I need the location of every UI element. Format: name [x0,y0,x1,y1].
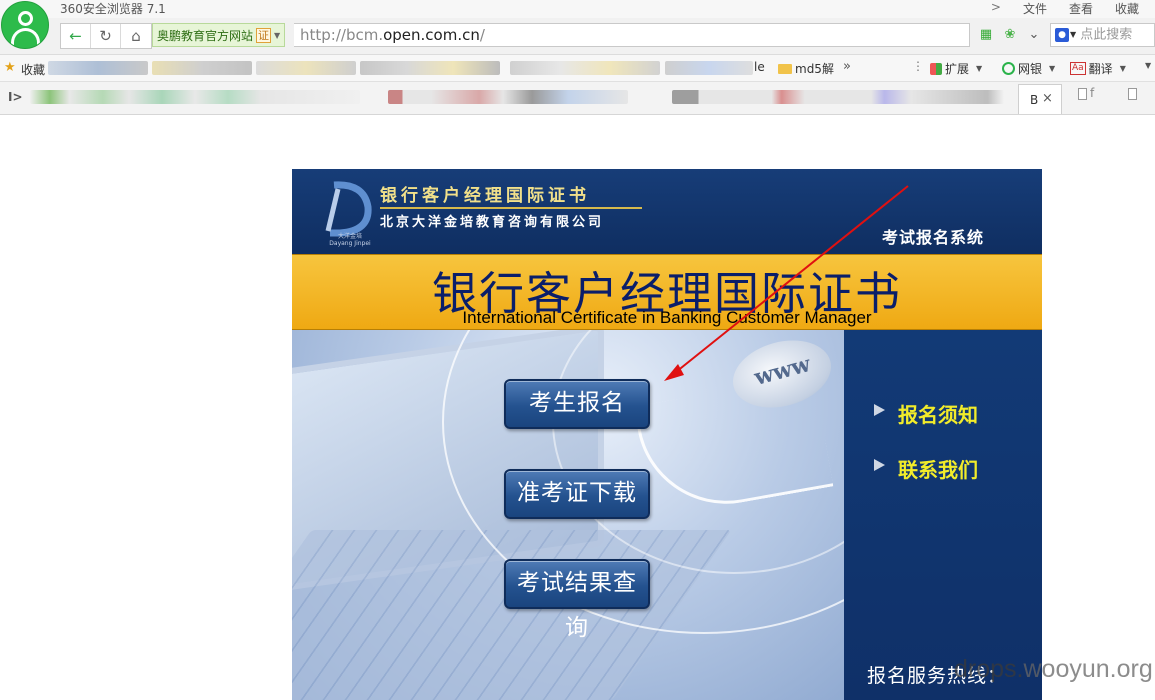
logo-small-en: Dayang Jinpei [329,240,371,247]
admission-download-button[interactable]: 准考证下载 [504,469,650,519]
watermark: drops.wooyun.org [954,655,1153,684]
hero-image: www 考生报名 准考证下载 考试结果查询 [292,330,844,700]
folder-icon [778,63,792,74]
menu-file[interactable]: 文件 [1023,0,1047,17]
company-name: 北京大洋金培教育咨询有限公司 [380,215,605,230]
watermark-a: drops. [954,655,1024,683]
title-banner: 银行客户经理国际证书 International Certificate in … [292,254,1042,330]
tab-bar: I> B × f [0,82,1155,115]
search-engine-caret-icon[interactable]: ▼ [1070,30,1076,39]
translate-button[interactable]: Aa 翻译 ▼ [1070,60,1126,77]
tab-active[interactable]: B × [1018,84,1062,114]
tab-inactive-title: f [1090,86,1095,100]
search-placeholder: 点此搜索 [1080,27,1133,43]
url-input[interactable]: http://bcm.open.com.cn/ [294,23,970,47]
logo-title: 银行客户经理国际证书 [380,186,590,206]
side-panel: 报名须知 联系我们 [844,330,1042,700]
top-menu: > 文件 查看 收藏 [991,0,1139,17]
menu-favorites[interactable]: 收藏 [1115,0,1139,17]
blurred-bookmark[interactable] [665,61,753,75]
url-icons: ▦ ❀ ⌄ [978,26,1042,42]
logo-small-cn: 大洋金培 [337,233,362,240]
page-icon [1078,87,1087,100]
tab-inactive[interactable] [1128,86,1140,112]
chevron-right-icon[interactable]: > [991,0,1001,17]
home-icon[interactable]: ⌂ [121,24,151,48]
separator-dots-icon: ⋮ [912,59,924,73]
registration-notice-label: 报名须知 [898,403,978,427]
star-icon[interactable]: ★ [4,60,16,75]
site-badge[interactable]: 奥鹏教育官方网站 证 ▼ [152,23,286,47]
exam-site: 大洋金培 Dayang Jinpei 银行客户经理国际证书 北京大洋金培教育咨询… [292,169,1042,700]
blurred-bookmark[interactable] [360,61,500,75]
sidebar-toggle[interactable]: I> [8,90,23,104]
banner-title-en: International Certificate in Banking Cus… [462,308,872,327]
site-badge-label: 奥鹏教育官方网站 [157,28,254,43]
blurred-tab[interactable] [672,90,1004,104]
menu-view[interactable]: 查看 [1069,0,1093,17]
favorites-label[interactable]: 收藏 [21,61,45,78]
register-button[interactable]: 考生报名 [504,379,650,429]
tab-inactive[interactable]: f [1078,86,1094,112]
blurred-tab[interactable] [388,90,628,104]
nav-buttons: ← ↻ ⌂ [60,23,152,49]
blurred-bookmark[interactable] [152,61,252,75]
bank-button[interactable]: 网银 ▼ [1002,60,1055,77]
overflow-icon[interactable]: ▼ [1145,61,1151,70]
logo-tagline: 大洋金培 Dayang Jinpei [320,231,380,247]
refresh-icon[interactable]: ↻ [91,24,121,48]
translate-label: 翻译 [1088,62,1113,76]
contact-us-link[interactable]: 联系我们 [874,454,978,483]
extensions-label: 扩展 [945,62,970,76]
tab-active-title: B [1030,93,1039,107]
caret-down-icon[interactable]: ▼ [1049,64,1055,73]
bank-shield-icon [1002,62,1015,75]
url-host: open.com.cn [383,26,480,44]
close-icon[interactable]: × [1042,91,1053,106]
baidu-paw-icon[interactable]: ● [1055,28,1069,42]
caret-down-icon[interactable]: ▼ [976,64,982,73]
bookmark-md5-label: md5解 [795,62,834,76]
bookmark-md5[interactable]: md5解 [778,60,834,77]
registration-notice-link[interactable]: 报名须知 [874,399,978,428]
logo-d-icon [325,181,372,237]
extensions-button[interactable]: 扩展 ▼ [930,60,982,77]
title-bar: 360安全浏览器 7.1 > 文件 查看 收藏 [0,0,1155,18]
favorites-bar: ★ 收藏 le md5解 » ⋮ 扩展 ▼ 网银 ▼ Aa 翻译 ▼ ▼ [0,55,1155,82]
watermark-b: wooyun.org [1023,655,1153,683]
qr-code-icon[interactable]: ▦ [978,26,994,42]
search-input[interactable]: ● ▼ 点此搜索 [1050,23,1155,47]
bank-label: 网银 [1018,62,1043,76]
contact-us-label: 联系我们 [898,458,978,482]
system-name: 考试报名系统 [882,228,985,247]
blurred-bookmark[interactable] [256,61,356,75]
caret-down-icon[interactable]: ▼ [1120,64,1126,73]
leaf-icon[interactable]: ❀ [1002,26,1018,42]
blurred-tab[interactable] [30,90,360,104]
result-query-button[interactable]: 考试结果查询 [504,559,650,641]
more-bookmarks-icon[interactable]: » [843,59,851,74]
site-header: 大洋金培 Dayang Jinpei 银行客户经理国际证书 北京大洋金培教育咨询… [292,169,1042,254]
chevron-down-icon[interactable]: ⌄ [1026,26,1042,42]
blurred-bookmark[interactable] [510,61,660,75]
blurred-bookmark[interactable] [48,61,148,75]
translate-icon: Aa [1070,62,1086,75]
url-suffix: / [479,26,485,44]
url-prefix: http://bcm. [300,26,384,44]
caret-down-icon[interactable]: ▼ [274,31,280,40]
user-avatar-icon[interactable] [1,1,49,49]
play-triangle-icon [874,404,885,416]
certificate-icon[interactable]: 证 [256,27,272,43]
logo-divider [380,207,642,209]
back-arrow-icon[interactable]: ← [61,24,91,48]
extensions-icon [930,62,942,75]
bookmark-partial[interactable]: le [754,60,765,74]
app-title: 360安全浏览器 7.1 [60,2,166,16]
play-triangle-icon [874,459,885,471]
page-icon [1128,87,1137,100]
